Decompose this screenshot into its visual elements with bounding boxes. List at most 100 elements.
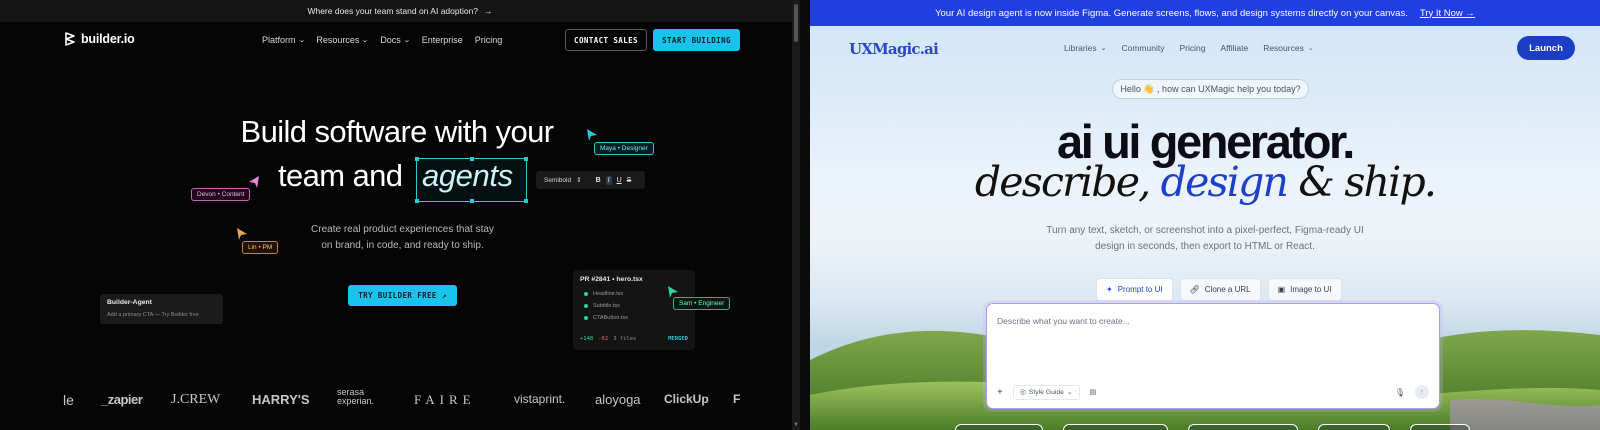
builder-pane: Where does your team stand on AI adoptio… <box>0 0 800 430</box>
example-card[interactable] <box>955 424 1043 430</box>
subtitle-line: design in seconds, then export to HTML o… <box>1095 241 1315 252</box>
nav-item-platform[interactable]: Platform ⌄ <box>262 35 306 45</box>
plus-icon[interactable]: + <box>997 387 1003 398</box>
try-builder-free-button[interactable]: TRY BUILDER FREE ↗ <box>348 285 457 306</box>
agent-card: Builder-Agent Add a primary CTA — Try Bu… <box>100 294 223 324</box>
prompt-input[interactable]: Describe what you want to create... + ◎ … <box>986 303 1440 409</box>
collaborator-tag-devon: Devon • Content <box>191 188 251 201</box>
font-weight-select[interactable]: Semibold <box>544 177 571 184</box>
prompt-placeholder[interactable]: Describe what you want to create... <box>997 316 1130 326</box>
palette-icon: ◎ <box>1019 389 1026 396</box>
pr-file: CTAButton.tsx <box>584 312 688 324</box>
arrow-up-right-icon: ↗ <box>441 291 447 300</box>
pr-footer: +148 -62 3 files MERGED <box>580 336 688 342</box>
italic-button[interactable]: I <box>605 175 612 185</box>
tab-image-to-ui[interactable]: ▣ Image to UI <box>1267 278 1342 301</box>
agent-card-desc: Add a primary CTA — Try Builder free <box>107 312 199 318</box>
tab-label: Image to UI <box>1290 285 1332 294</box>
chevron-updown-icon: ⇕ <box>576 177 582 184</box>
example-card[interactable] <box>1318 424 1390 430</box>
logo-item: le <box>63 392 74 408</box>
style-guide-label: Style Guide <box>1028 388 1064 396</box>
nav-item-docs[interactable]: Docs ⌄ <box>380 35 410 45</box>
nav-item-resources[interactable]: Resources ⌄ <box>1263 43 1314 53</box>
greeting-pill: Hello 👋 , how can UXMagic help you today… <box>1112 79 1309 99</box>
strikethrough-button[interactable]: S <box>627 177 632 184</box>
logo-item: serasa experian. <box>337 388 375 406</box>
pr-deletions: -62 <box>598 336 609 342</box>
pr-status-badge: MERGED <box>668 336 688 342</box>
builder-logo[interactable]: builder.io <box>64 32 135 46</box>
pr-files-count: 3 files <box>613 336 637 342</box>
pr-additions: +148 <box>580 336 594 342</box>
example-card[interactable] <box>1410 424 1470 430</box>
nav-item-enterprise[interactable]: Enterprise <box>422 35 463 45</box>
collaborator-tag-sam: Sam • Engineer <box>673 297 731 310</box>
button-label: TRY BUILDER FREE <box>358 291 437 300</box>
announcement-text[interactable]: Where does your team stand on AI adoptio… <box>307 6 478 16</box>
nav-item-community[interactable]: Community <box>1121 43 1164 53</box>
image-icon: ▣ <box>1277 285 1286 294</box>
page-subtitle: Turn any text, sketch, or screenshot int… <box>810 223 1600 255</box>
nav-label: Docs <box>380 35 401 45</box>
document-icon[interactable]: ▤ <box>1090 388 1097 396</box>
format-toolbar[interactable]: Semibold ⇕ B I U S <box>536 171 645 189</box>
hero-title-line2: team and <box>278 158 403 193</box>
announcement-bar[interactable]: Where does your team stand on AI adoptio… <box>0 0 800 22</box>
style-guide-select[interactable]: ◎ Style Guide ⌄ <box>1012 384 1080 400</box>
chevron-down-icon: ⌄ <box>1066 389 1073 396</box>
cursor-icon <box>249 176 259 188</box>
scrollbar-thumb[interactable] <box>794 4 798 42</box>
nav-item-libraries[interactable]: Libraries ⌄ <box>1064 43 1106 53</box>
tab-clone-url[interactable]: 🔗︎ Clone a URL <box>1179 278 1261 301</box>
arrow-right-icon: → <box>484 6 493 16</box>
logo-item: F <box>733 392 740 406</box>
promo-banner: Your AI design agent is now inside Figma… <box>810 0 1600 26</box>
try-it-now-link[interactable]: Try It Now → <box>1420 8 1475 19</box>
logo-item: HARRY'S <box>252 392 310 407</box>
uxmagic-logo[interactable]: UXMagic.ai <box>849 40 939 58</box>
cursor-icon <box>587 129 597 141</box>
example-card[interactable] <box>1188 424 1298 430</box>
status-dot-icon <box>584 304 588 308</box>
send-button[interactable]: ↑ <box>1415 385 1429 399</box>
collaborator-tag-maya: Maya • Designer <box>594 142 654 155</box>
nav-label: Resources <box>316 35 360 45</box>
microphone-icon[interactable]: 🎙︎ <box>1395 388 1405 397</box>
example-card[interactable] <box>1063 424 1168 430</box>
prompt-toolbar: + ◎ Style Guide ⌄ ▤ 🎙︎ ↑ <box>997 384 1429 400</box>
tab-prompt-to-ui[interactable]: ✦ Prompt to UI <box>1096 278 1173 301</box>
subtitle-line: Turn any text, sketch, or screenshot int… <box>1046 225 1364 236</box>
chevron-down-icon: ⌄ <box>297 37 306 44</box>
launch-button[interactable]: Launch <box>1517 36 1575 60</box>
link-icon: 🔗︎ <box>1189 285 1200 294</box>
scroll-down-icon[interactable]: ▼ <box>793 422 799 428</box>
chevron-down-icon: ⌄ <box>361 37 370 44</box>
tagline-highlight: design <box>1160 158 1289 206</box>
underline-button[interactable]: U <box>617 177 622 184</box>
tab-label: Prompt to UI <box>1117 285 1163 294</box>
nav-item-pricing[interactable]: Pricing <box>475 35 503 45</box>
nav-item-pricing[interactable]: Pricing <box>1179 43 1205 53</box>
scrollbar[interactable]: ▼ <box>792 0 800 430</box>
nav-item-resources[interactable]: Resources ⌄ <box>316 35 370 45</box>
tagline-part: & ship. <box>1287 158 1437 206</box>
main-menu: Platform ⌄ Resources ⌄ Docs ⌄ Enterprise Pr… <box>262 35 502 45</box>
logo-item: _zapier <box>101 392 143 407</box>
logo-item: aloyoga <box>595 392 641 407</box>
builder-nav: builder.io Platform ⌄ Resources ⌄ Docs ⌄ En… <box>0 22 800 58</box>
bottom-cards <box>955 424 1470 430</box>
status-dot-icon <box>584 316 588 320</box>
hero-highlight[interactable]: agents <box>422 158 513 194</box>
tagline-part: describe, <box>974 158 1161 206</box>
nav-label: Platform <box>262 35 296 45</box>
start-building-button[interactable]: START BUILDING <box>653 29 740 51</box>
nav-item-affiliate[interactable]: Affiliate <box>1220 43 1248 53</box>
banner-text: Your AI design agent is now inside Figma… <box>935 7 1408 19</box>
status-dot-icon <box>584 292 588 296</box>
bold-button[interactable]: B <box>596 177 601 184</box>
pr-card: PR #2841 • hero.tsx Headline.tsx Subtitl… <box>573 270 695 350</box>
contact-sales-button[interactable]: CONTACT SALES <box>565 29 647 51</box>
nav-label: Libraries <box>1064 43 1097 53</box>
brand-name: builder.io <box>81 32 135 46</box>
